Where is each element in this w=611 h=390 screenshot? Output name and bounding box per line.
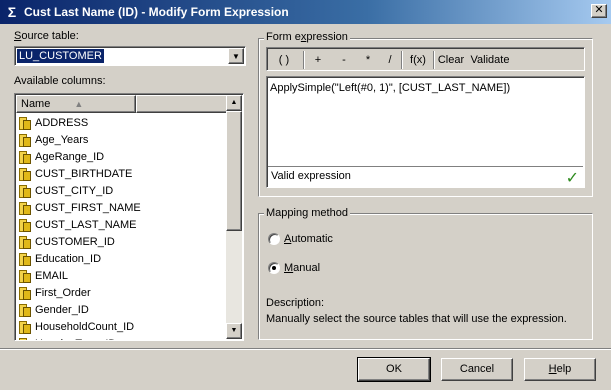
source-table-value: LU_CUSTOMER [17, 49, 104, 63]
column-rows: ADDRESS Age_Years AgeRange_ID CUST_BIRTHDAT… [17, 115, 227, 340]
radio-selected-dot [272, 266, 276, 270]
column-icon [19, 253, 31, 266]
clear-button[interactable]: Clear [437, 50, 465, 70]
column-icon [19, 287, 31, 300]
chevron-down-icon[interactable]: ▼ [228, 48, 244, 64]
column-icon [19, 202, 31, 215]
validation-status: Valid expression [271, 170, 351, 182]
source-table-label: Source table: [14, 30, 79, 42]
column-name: HouseholdCount_ID [35, 321, 135, 333]
list-item[interactable]: CUST_BIRTHDATE [17, 166, 227, 183]
close-button[interactable]: ✕ [591, 4, 607, 18]
column-name: ADDRESS [35, 117, 89, 129]
toolbar-separator [433, 51, 435, 69]
automatic-radio[interactable] [268, 233, 280, 245]
column-icon [19, 321, 31, 334]
scroll-up-button[interactable]: ▲ [226, 95, 242, 111]
description-label: Description: [266, 297, 325, 309]
sort-ascending-icon: ▲ [74, 99, 84, 109]
list-item[interactable]: Education_ID [17, 251, 227, 268]
column-icon [19, 168, 31, 181]
scroll-thumb[interactable] [226, 111, 242, 231]
column-icon [19, 185, 31, 198]
expression-status-bar: Valid expression ✓ [268, 166, 583, 187]
list-item[interactable]: First_Order [17, 285, 227, 302]
column-icon [19, 219, 31, 232]
list-item[interactable]: ADDRESS [17, 115, 227, 132]
parentheses-button[interactable]: ( ) [271, 50, 297, 70]
vertical-scrollbar[interactable]: ▲ ▼ [226, 95, 242, 339]
list-item[interactable]: Age_Years [17, 132, 227, 149]
cancel-button[interactable]: Cancel [441, 358, 513, 381]
column-icon [19, 338, 31, 340]
column-icon [19, 134, 31, 147]
list-item[interactable]: Gender_ID [17, 302, 227, 319]
column-header-name[interactable]: Name ▲ [16, 95, 136, 113]
column-name: CUST_LAST_NAME [35, 219, 137, 231]
plus-button[interactable]: + [309, 50, 327, 70]
column-icon [19, 270, 31, 283]
list-item[interactable]: EMAIL [17, 268, 227, 285]
column-name: CUST_BIRTHDATE [35, 168, 133, 180]
validate-button[interactable]: Validate [469, 50, 511, 70]
manual-label[interactable]: Manual [284, 262, 320, 274]
column-name: First_Order [35, 287, 91, 299]
column-icon [19, 151, 31, 164]
multiply-button[interactable]: * [359, 50, 377, 70]
title-bar: Σ Cust Last Name (ID) - Modify Form Expr… [0, 0, 611, 24]
column-icon [19, 117, 31, 130]
automatic-label[interactable]: Automatic [284, 233, 333, 245]
column-name: CUST_FIRST_NAME [35, 202, 141, 214]
list-item[interactable]: CUST_CITY_ID [17, 183, 227, 200]
toolbar-separator [401, 51, 403, 69]
sigma-icon: Σ [7, 4, 17, 20]
manual-radio[interactable] [268, 262, 280, 274]
column-name: CUSTOMER_ID [35, 236, 115, 248]
mapping-method-title: Mapping method [264, 207, 350, 219]
column-name: Age_Years [35, 134, 89, 146]
column-name: HousingType_ID [35, 338, 116, 340]
available-columns-list[interactable]: Name ▲ ADDRESS Age_Years AgeRange_ID CUST_BI… [14, 93, 244, 341]
column-name: EMAIL [35, 270, 69, 282]
list-item[interactable]: CUST_FIRST_NAME [17, 200, 227, 217]
list-item[interactable]: CUST_LAST_NAME [17, 217, 227, 234]
column-name: AgeRange_ID [35, 151, 105, 163]
expression-text[interactable]: ApplySimple("Left(#0, 1)", [CUST_LAST_NA… [270, 82, 510, 94]
expression-toolbar: ( ) + - * / f(x) Clear Validate [266, 47, 585, 71]
minus-button[interactable]: - [335, 50, 353, 70]
column-name: CUST_CITY_ID [35, 185, 114, 197]
list-item[interactable]: HouseholdCount_ID [17, 319, 227, 336]
toolbar-separator [303, 51, 305, 69]
source-table-dropdown[interactable]: LU_CUSTOMER ▼ [14, 46, 246, 66]
divide-button[interactable]: / [381, 50, 399, 70]
form-expression-title: Form expression [264, 31, 350, 43]
function-button[interactable]: f(x) [405, 50, 431, 70]
expression-editor[interactable]: ApplySimple("Left(#0, 1)", [CUST_LAST_NA… [266, 76, 585, 188]
checkmark-icon: ✓ [565, 170, 579, 187]
footer-divider [0, 348, 611, 350]
help-button[interactable]: Help [524, 358, 596, 381]
list-item[interactable]: CUSTOMER_ID [17, 234, 227, 251]
list-item[interactable]: AgeRange_ID [17, 149, 227, 166]
window-title: Cust Last Name (ID) - Modify Form Expres… [24, 5, 289, 19]
list-item[interactable]: HousingType_ID [17, 336, 227, 340]
column-name: Education_ID [35, 253, 102, 265]
available-columns-label: Available columns: [14, 75, 106, 87]
ok-button[interactable]: OK [357, 357, 431, 382]
column-name: Gender_ID [35, 304, 89, 316]
column-icon [19, 304, 31, 317]
column-header-blank[interactable] [136, 95, 228, 113]
description-text: Manually select the source tables that w… [266, 313, 567, 325]
column-icon [19, 236, 31, 249]
list-header: Name ▲ [16, 95, 228, 113]
scroll-down-button[interactable]: ▼ [226, 323, 242, 339]
